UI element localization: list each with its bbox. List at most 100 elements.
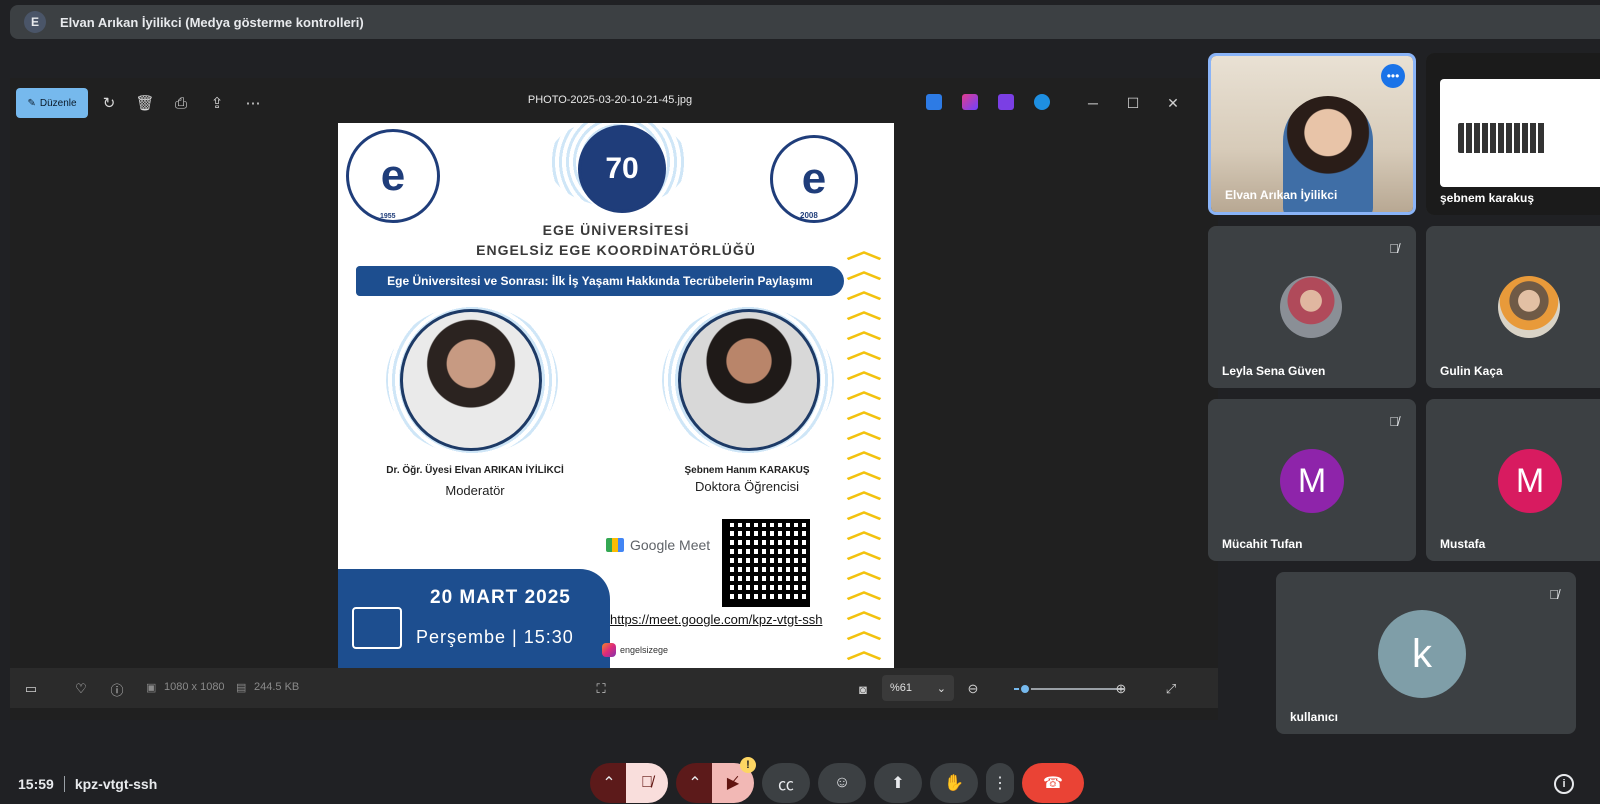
poster-day-time: Perşembe | 15:30 xyxy=(416,627,574,647)
speaker2-name: Şebnem Hanım KARAKUŞ xyxy=(684,465,810,476)
edit-button[interactable]: ✎ Düzenle xyxy=(16,88,88,118)
instagram-label: engelsizege xyxy=(620,645,669,655)
close-icon[interactable]: ✕ xyxy=(1160,90,1186,116)
clipchamp-app-icon[interactable] xyxy=(998,94,1014,110)
google-meet-label: Google Meet xyxy=(630,537,711,553)
poster-banner: Ege Üniversitesi ve Sonrası: İlk İş Yaşa… xyxy=(356,266,844,296)
participant-tile[interactable]: şebnem karakuş xyxy=(1426,53,1600,215)
fullscreen-icon[interactable]: ⤢ xyxy=(1160,678,1182,700)
rotate-icon[interactable]: ↻ xyxy=(96,90,122,116)
file-name: PHOTO-2025-03-20-10-21-45.jpg xyxy=(527,94,693,106)
participant-tile[interactable]: 🎙̸ Leyla Sena Güven xyxy=(1208,226,1416,388)
logo-70-text: 70 xyxy=(605,152,639,185)
meeting-info-button[interactable]: i xyxy=(1554,774,1574,794)
file-size-icon: ▤ xyxy=(236,682,247,694)
zoom-slider-knob[interactable] xyxy=(1019,683,1031,695)
meeting-code: kpz-vtgt-ssh xyxy=(74,776,158,792)
ege-university-logo: e xyxy=(346,129,440,223)
avatar: k xyxy=(1378,610,1466,698)
print-icon[interactable]: ⎙ xyxy=(168,90,194,116)
logo-year-left: 1955 xyxy=(380,213,396,220)
info-icon[interactable]: ⓘ xyxy=(106,678,128,700)
participant-tile[interactable]: ••• Elvan Arıkan İyilikci xyxy=(1208,53,1416,215)
avatar: M xyxy=(1498,449,1562,513)
maximize-icon[interactable]: ☐ xyxy=(1120,90,1146,116)
speaker2-photo xyxy=(678,309,820,451)
poster-university: EGE ÜNİVERSİTESİ xyxy=(542,222,690,238)
speaker1-photo xyxy=(400,309,542,451)
more-horizontal-icon[interactable]: ⋯ xyxy=(240,90,266,116)
poster-coordination: ENGELSİZ EGE KOORDİNATÖRLÜĞÜ xyxy=(476,242,756,258)
divider xyxy=(63,776,65,792)
chevron-up-icon: ⌃ xyxy=(688,775,702,792)
participant-tile[interactable]: M Mustafa xyxy=(1426,399,1600,561)
photo-viewer: ✎ Düzenle ↻ 🗑 ⎙ ⇪ ⋯ PHOTO-2025-03-20-10-… xyxy=(10,78,1218,720)
participant-tile[interactable]: Gulin Kaça xyxy=(1426,226,1600,388)
leave-call-button[interactable]: ☎ xyxy=(1022,763,1084,803)
dimensions-icon: ▣ xyxy=(146,682,157,694)
image-dimensions: 1080 x 1080 xyxy=(164,681,225,693)
captions-button[interactable]: ㏄ xyxy=(762,763,810,803)
meeting-details: 15:59 kpz-vtgt-ssh xyxy=(18,776,157,792)
captions-icon: ㏄ xyxy=(777,777,794,794)
warning-badge: ! xyxy=(740,757,756,773)
poster-image: e 1955 70 e 2008 EGE ÜNİVERSİTESİ ENGELS… xyxy=(338,123,894,679)
call-end-icon: ☎ xyxy=(1043,775,1063,792)
presenter-title: Elvan Arıkan İyilikci (Medya gösterme ko… xyxy=(60,14,364,30)
speaker1-role: Moderatör xyxy=(445,483,505,498)
emoji-button[interactable]: ☺ xyxy=(818,763,866,803)
presenter-bar[interactable]: E Elvan Arıkan İyilikci (Medya gösterme … xyxy=(10,5,1600,39)
logo-year-right: 2008 xyxy=(800,211,818,220)
zoom-value: %61 xyxy=(890,682,913,694)
meeting-time: 15:59 xyxy=(18,776,54,792)
audio-options-button[interactable]: ⌃ xyxy=(590,763,628,803)
mic-off-icon: 🎙̸ xyxy=(1389,413,1399,429)
focus-icon[interactable]: ⛶ xyxy=(590,678,612,700)
info-icon: i xyxy=(1562,778,1566,790)
mic-toggle-button[interactable]: 🎙̸ xyxy=(626,763,668,803)
mic-off-icon: 🎙̸ xyxy=(641,774,653,791)
chevron-decoration: ︿ ︿ ︿ ︿ ︿ ︿ ︿ ︿ ︿ ︿ ︿ ︿ ︿ ︿ ︿ ︿ ︿ ︿ ︿ ︿ ︿ xyxy=(846,238,882,663)
emoji-icon: ☺ xyxy=(833,774,851,791)
file-size: 244.5 KB xyxy=(254,681,300,693)
logo-letter-right: e xyxy=(801,154,827,203)
raise-hand-icon: ✋ xyxy=(944,775,964,792)
keyboard-preview xyxy=(1458,123,1546,153)
present-button[interactable]: ⬆ xyxy=(874,763,922,803)
favorite-icon[interactable]: ♡ xyxy=(70,678,92,700)
chevron-down-icon: ⌄ xyxy=(936,682,946,695)
editor-app-icon[interactable] xyxy=(926,94,942,110)
mic-off-icon: 🎙̸ xyxy=(1549,586,1559,602)
speaker1-name: Dr. Öğr. Üyesi Elvan ARIKAN İYİLİKCİ xyxy=(386,465,564,476)
zoom-out-icon[interactable]: ⊖ xyxy=(962,678,984,700)
minimize-icon[interactable]: ─ xyxy=(1080,90,1106,116)
participant-tile[interactable]: 🎙̸ k kullanıcı xyxy=(1276,572,1576,734)
more-vert-icon: ⋮ xyxy=(992,775,1008,792)
chevron-up-icon: ⌃ xyxy=(602,775,616,792)
raise-hand-button[interactable]: ✋ xyxy=(930,763,978,803)
trash-icon[interactable]: 🗑 xyxy=(132,90,158,116)
video-options-button[interactable]: ⌃ xyxy=(676,763,714,803)
filmstrip-icon[interactable]: ▭ xyxy=(20,678,42,700)
presenter-avatar: E xyxy=(24,11,46,33)
viewer-status-bar: ▭ ♡ ⓘ ▣ 1080 x 1080 ▤ 244.5 KB ⛶ ◙ %61 ⌄… xyxy=(10,668,1218,708)
designer-app-icon[interactable] xyxy=(962,94,978,110)
more-options-icon[interactable]: ••• xyxy=(1381,64,1405,88)
participant-name: Mücahit Tufan xyxy=(1222,537,1303,551)
participant-tile[interactable]: 🎙̸ M Mücahit Tufan xyxy=(1208,399,1416,561)
zoom-select[interactable]: %61 ⌄ xyxy=(882,675,954,701)
zoom-in-icon[interactable]: ⊕ xyxy=(1110,678,1132,700)
speaker2-role: Doktora Öğrencisi xyxy=(694,479,800,494)
share-icon[interactable]: ⇪ xyxy=(204,90,230,116)
instagram-icon xyxy=(602,643,616,657)
participant-name: Elvan Arıkan İyilikci xyxy=(1225,188,1338,202)
participant-name: kullanıcı xyxy=(1290,710,1339,724)
viewer-toolbar: ✎ Düzenle ↻ 🗑 ⎙ ⇪ ⋯ PHOTO-2025-03-20-10-… xyxy=(10,78,1218,126)
fit-screen-icon[interactable]: ◙ xyxy=(852,678,874,700)
more-options-button[interactable]: ⋮ xyxy=(986,763,1014,803)
onedrive-icon[interactable] xyxy=(1034,94,1050,110)
engelsiz-ege-logo: e xyxy=(770,135,858,223)
participant-name: şebnem karakuş xyxy=(1440,191,1535,205)
avatar xyxy=(1498,276,1560,338)
zoom-slider[interactable] xyxy=(1014,683,1124,695)
